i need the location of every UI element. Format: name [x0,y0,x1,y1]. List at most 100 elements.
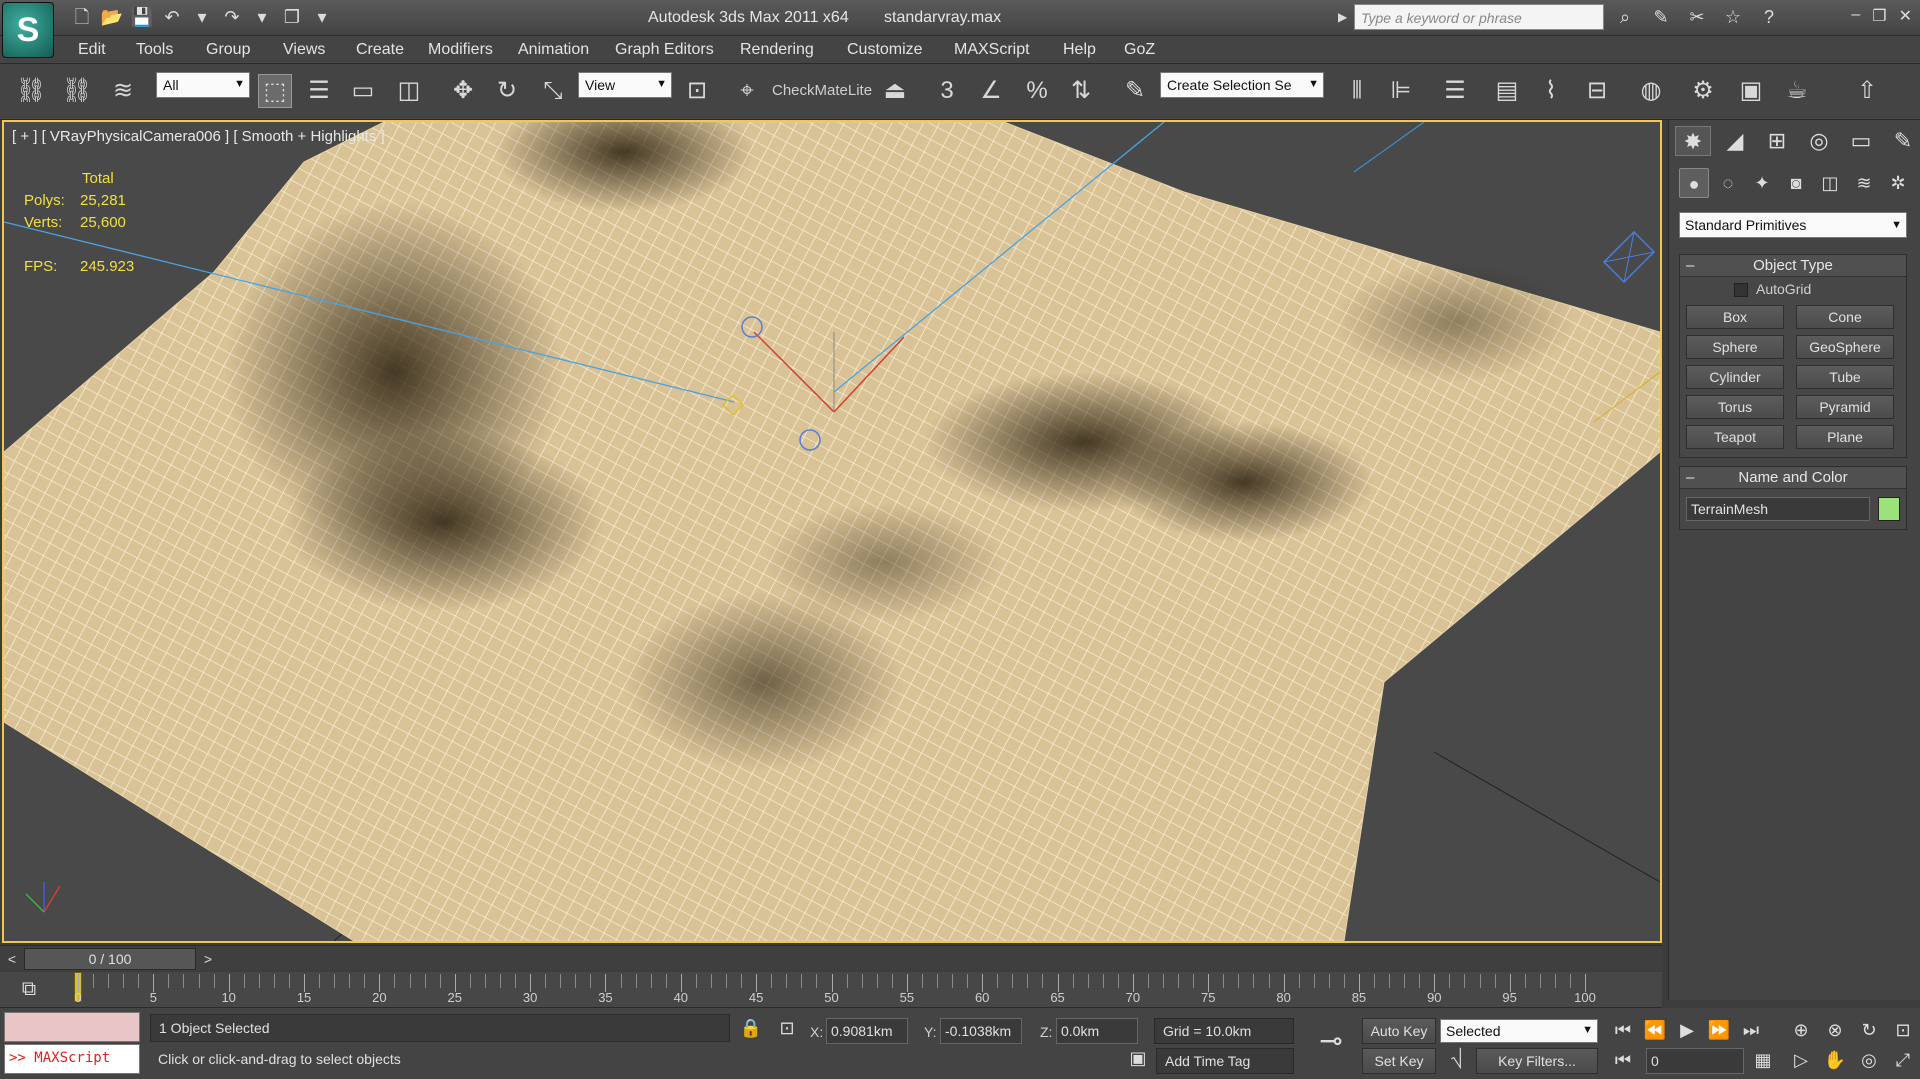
menu-help[interactable]: Help [1063,41,1096,59]
teapot-button[interactable]: Teapot [1686,425,1784,449]
min-max-toggle-icon[interactable]: ⤢ [1890,1050,1916,1071]
extra-toolbar-icon[interactable]: ⇧ [1850,74,1884,108]
named-selection-dropdown[interactable]: Create Selection Se [1160,72,1324,98]
object-color-swatch[interactable] [1878,497,1900,521]
go-to-start-icon[interactable]: ⏮ [1610,1020,1636,1041]
utilities-tab-icon[interactable]: ✎ [1885,126,1920,156]
modify-tab-icon[interactable]: ◢ [1717,126,1753,156]
subscription-icon[interactable]: ✎ [1648,5,1674,29]
render-setup-icon[interactable]: ⚙ [1686,74,1720,108]
bind-to-space-warp-icon[interactable]: ≋ [106,74,140,108]
shapes-icon[interactable]: ◌ [1713,168,1743,198]
x-coordinate-input[interactable]: 0.9081km [826,1018,908,1044]
reference-coordinate-dropdown[interactable]: View [578,72,672,98]
current-frame-input[interactable]: 0 [1646,1048,1744,1074]
zoom-all-icon[interactable]: ⊗ [1822,1020,1848,1041]
lights-icon[interactable]: ✦ [1747,168,1777,198]
autogrid-checkbox[interactable]: AutoGrid [1680,277,1906,301]
menu-modifiers[interactable]: Modifiers [428,41,493,59]
menu-rendering[interactable]: Rendering [740,41,814,59]
menu-customize[interactable]: Customize [847,41,923,59]
walk-through-icon[interactable]: ◎ [1856,1050,1882,1071]
zoom-icon[interactable]: ⊕ [1788,1020,1814,1041]
add-time-tag-button[interactable]: Add Time Tag [1156,1048,1294,1074]
select-and-move-icon[interactable]: ✥ [446,74,480,108]
rectangular-selection-icon[interactable]: ▭ [346,74,380,108]
helpers-icon[interactable]: ◫ [1815,168,1845,198]
geometry-icon[interactable]: ● [1679,168,1709,198]
menu-maxscript[interactable]: MAXScript [954,41,1030,59]
create-tab-icon[interactable]: ✸ [1675,126,1711,156]
previous-frame-icon[interactable]: ⏪ [1642,1020,1668,1041]
camera-object-icon[interactable] [1602,230,1656,284]
z-coordinate-input[interactable]: 0.0km [1056,1018,1138,1044]
torus-button[interactable]: Torus [1686,395,1784,419]
hierarchy-tab-icon[interactable]: ⊞ [1759,126,1795,156]
maxscript-listener-box[interactable] [4,1012,140,1042]
sphere-button[interactable]: Sphere [1686,335,1784,359]
time-slider[interactable]: < 0 / 100 > [0,945,1662,971]
perspective-viewport[interactable]: [ + ] [ VRayPhysicalCamera006 ] [ Smooth… [2,120,1662,943]
space-warps-icon[interactable]: ≋ [1849,168,1879,198]
time-slider-next-icon[interactable]: > [198,949,218,969]
redo-dropdown-icon[interactable]: ▾ [250,6,274,28]
new-file-icon[interactable]: 🗋 [70,6,94,28]
name-and-color-header[interactable]: – Name and Color [1680,467,1906,489]
lock-selection-icon[interactable]: 🔒 [738,1018,764,1044]
menu-views[interactable]: Views [283,41,325,59]
pan-icon[interactable]: ✋ [1822,1050,1848,1071]
edit-named-selection-icon[interactable]: ✎ [1118,74,1152,108]
menu-group[interactable]: Group [206,41,250,59]
menu-edit[interactable]: Edit [78,41,106,59]
app-logo-button[interactable]: S [2,2,54,58]
checkbox-icon[interactable] [1734,283,1748,297]
cameras-icon[interactable]: ◙ [1781,168,1811,198]
motion-tab-icon[interactable]: ◎ [1801,126,1837,156]
window-crossing-icon[interactable]: ◫ [392,74,426,108]
select-by-name-icon[interactable]: ☰ [302,74,336,108]
select-and-link-icon[interactable]: ⛓ [14,74,48,108]
redo-icon[interactable]: ↷ [220,6,244,28]
menu-graph-editors[interactable]: Graph Editors [615,41,714,59]
undo-icon[interactable]: ↶ [160,6,184,28]
absolute-mode-icon[interactable]: ⊡ [774,1018,800,1044]
field-of-view-icon[interactable]: ▷ [1788,1050,1814,1071]
object-name-input[interactable]: TerrainMesh [1686,497,1870,521]
time-configuration-icon[interactable]: ▦ [1750,1050,1776,1071]
quick-access-dropdown-icon[interactable]: ▾ [310,6,334,28]
box-button[interactable]: Box [1686,305,1784,329]
checkmate-icon[interactable]: ⌖ [730,74,764,108]
search-input[interactable]: Type a keyword or phrase [1354,4,1604,30]
systems-icon[interactable]: ✲ [1883,168,1913,198]
spinner-snap-icon[interactable]: ⇅ [1064,74,1098,108]
material-editor-icon[interactable]: ◍ [1634,74,1668,108]
snaps-toggle-icon[interactable]: 3 [930,74,964,108]
communication-icon[interactable]: ✂ [1684,5,1710,29]
unlink-selection-icon[interactable]: ⛓ [60,74,94,108]
y-coordinate-input[interactable]: -0.1038km [940,1018,1022,1044]
undo-dropdown-icon[interactable]: ▾ [190,6,214,28]
selection-filter-dropdown[interactable]: All [156,72,250,98]
minimize-icon[interactable]: – [1851,6,1860,26]
save-file-icon[interactable]: 💾 [130,6,154,28]
next-frame-icon[interactable]: ⏩ [1706,1020,1732,1041]
restore-icon[interactable]: ❐ [1872,6,1886,26]
angle-snap-icon[interactable]: ∠ [974,74,1008,108]
primitive-type-dropdown[interactable]: Standard Primitives [1679,212,1907,238]
favorites-icon[interactable]: ☆ [1720,5,1746,29]
set-key-mode-icon[interactable]: ⊸ [1306,1024,1356,1064]
play-icon[interactable]: ▶ [1674,1020,1700,1041]
percent-snap-icon[interactable]: % [1020,74,1054,108]
layer-manager-icon[interactable]: ☰ [1438,74,1472,108]
select-and-rotate-icon[interactable]: ↻ [490,74,524,108]
menu-animation[interactable]: Animation [518,41,589,59]
align-icon[interactable]: ⊫ [1384,74,1418,108]
key-filters-button[interactable]: Key Filters... [1476,1048,1598,1074]
key-selection-dropdown[interactable]: Selected [1440,1019,1598,1043]
project-folder-icon[interactable]: ❐ [280,6,304,28]
time-slider-thumb[interactable]: 0 / 100 [24,948,196,970]
close-icon[interactable]: ✕ [1899,6,1912,26]
time-tag-icon[interactable]: ▣ [1124,1048,1152,1074]
plane-button[interactable]: Plane [1796,425,1894,449]
rendered-frame-window-icon[interactable]: ▣ [1734,74,1768,108]
